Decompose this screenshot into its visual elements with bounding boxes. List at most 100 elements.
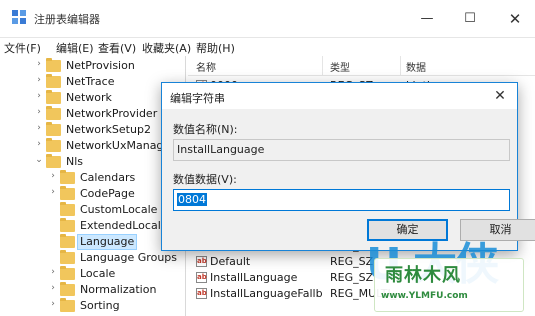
watermark: U 大侠 雨林木风 www.YLMFU.com [362,228,532,314]
tree-item[interactable]: Language Groups [0,250,185,266]
dialog-title: 编辑字符串 [170,92,225,105]
tree-item[interactable]: › CodePage [0,186,185,202]
watermark-url: www.YLMFU.com [381,291,468,301]
menu-view[interactable]: 查看(V) [98,40,136,56]
tree-item[interactable]: › NetProvision [0,58,185,74]
column-name[interactable]: 名称 [196,59,216,74]
tree-item-label[interactable]: CodePage [77,186,138,202]
expand-arrow-icon[interactable] [48,219,58,233]
minimize-button[interactable]: — [412,8,442,30]
tree-item[interactable]: › Calendars [0,170,185,186]
tree-item-label[interactable]: NetworkProvider [63,106,160,122]
string-value-icon: ab [196,272,207,283]
expand-arrow-icon[interactable] [48,235,58,249]
expand-arrow-icon[interactable]: › [34,75,44,89]
watermark-logo-text: 雨林木风 [385,265,461,286]
menu-bar: 文件(F) 编辑(E) 查看(V) 收藏夹(A) 帮助(H) [0,38,535,56]
folder-icon [60,282,75,296]
tree-item[interactable]: › NetworkProvider [0,106,185,122]
tree-item-label[interactable]: Network [63,90,115,106]
tree-item-label[interactable]: NetTrace [63,74,118,90]
value-data-input[interactable]: 0804 [173,189,510,211]
tree-item[interactable]: CustomLocale [0,202,185,218]
menu-help[interactable]: 帮助(H) [196,40,235,56]
tree-item-label[interactable]: Locale [77,266,118,282]
folder-icon [46,138,61,152]
tree-item-label[interactable]: Nls [63,154,86,170]
value-name-label: 数值名称(N): [173,123,238,136]
edit-string-dialog: 编辑字符串 ✕ 数值名称(N): InstallLanguage 数值数据(V)… [161,82,535,251]
tree-item[interactable]: › Normalization [0,282,185,298]
registry-tree[interactable]: › NetProvision › NetTrace › Network › NetworkPr… [0,56,186,316]
expand-arrow-icon[interactable] [48,251,58,265]
expand-arrow-icon[interactable]: › [48,299,58,313]
menu-favorites[interactable]: 收藏夹(A) [142,40,191,56]
value-data-label: 数值数据(V): [173,173,237,186]
expand-arrow-icon[interactable]: › [48,171,58,185]
folder-icon [46,122,61,136]
value-name-field: InstallLanguage [173,139,510,161]
tree-item[interactable]: › NetTrace [0,74,185,90]
tree-item[interactable]: › Sorting [0,298,185,314]
column-divider[interactable] [322,56,323,76]
expand-arrow-icon[interactable] [48,203,58,217]
column-data[interactable]: 数据 [406,59,426,74]
folder-icon [60,170,75,184]
dialog-title-bar: 编辑字符串 ✕ [162,83,517,109]
tree-item[interactable]: › Network [0,90,185,106]
tree-item-label[interactable]: Normalization [77,282,159,298]
tree-item-label[interactable]: Calendars [77,170,138,186]
expand-arrow-icon[interactable]: › [34,123,44,137]
value-name-cell: Default [210,255,251,268]
tree-item[interactable]: Language [0,234,185,250]
folder-icon [46,106,61,120]
tree-item-label[interactable]: NetProvision [63,58,138,74]
tree-item[interactable]: ⌄ Nls [0,154,185,170]
value-name-cell: InstallLanguageFallback [210,287,322,300]
folder-icon [60,186,75,200]
tree-item[interactable]: ExtendedLocale [0,218,185,234]
title-bar: 注册表编辑器 — ☐ ✕ [0,0,535,38]
folder-icon [60,266,75,280]
expand-arrow-icon[interactable]: › [34,107,44,121]
value-name-cell: InstallLanguage [210,271,298,284]
expand-arrow-icon[interactable]: › [48,187,58,201]
expand-arrow-icon[interactable]: › [34,91,44,105]
tree-item-label[interactable]: Sorting [77,298,123,314]
menu-edit[interactable]: 编辑(E) [56,40,94,56]
expand-arrow-icon[interactable]: › [48,283,58,297]
folder-icon [60,202,75,216]
string-value-icon: ab [196,288,207,299]
folder-icon [60,298,75,312]
folder-icon [60,234,75,248]
tree-item[interactable]: › NetworkSetup2 [0,122,185,138]
watermark-logo: 雨林木风 www.YLMFU.com [374,258,524,312]
expand-arrow-icon[interactable]: › [34,139,44,153]
tree-item-label[interactable]: Language [77,234,138,250]
tree-item-label[interactable]: Language Groups [77,250,180,266]
folder-icon [46,154,61,168]
expand-arrow-icon[interactable]: › [48,267,58,281]
column-divider[interactable] [400,56,401,76]
string-value-icon: ab [196,256,207,267]
close-button[interactable]: ✕ [500,8,530,30]
folder-icon [60,250,75,264]
value-data-selected-text: 0804 [177,193,207,206]
menu-file[interactable]: 文件(F) [4,40,41,56]
tree-item-label[interactable]: CustomLocale [77,202,160,218]
folder-icon [60,218,75,232]
registry-editor-icon [12,10,26,24]
column-type[interactable]: 类型 [330,59,350,74]
folder-icon [46,58,61,72]
folder-icon [46,74,61,88]
window-title: 注册表编辑器 [34,13,100,26]
list-header: 名称 类型 数据 [188,56,535,76]
dialog-close-button[interactable]: ✕ [487,85,513,107]
maximize-button[interactable]: ☐ [455,8,485,30]
tree-item[interactable]: › Locale [0,266,185,282]
tree-item[interactable]: › NetworkUxManager [0,138,185,154]
tree-item-label[interactable]: ExtendedLocale [77,218,171,234]
tree-item-label[interactable]: NetworkSetup2 [63,122,154,138]
collapse-arrow-icon[interactable]: ⌄ [34,155,44,169]
expand-arrow-icon[interactable]: › [34,59,44,73]
